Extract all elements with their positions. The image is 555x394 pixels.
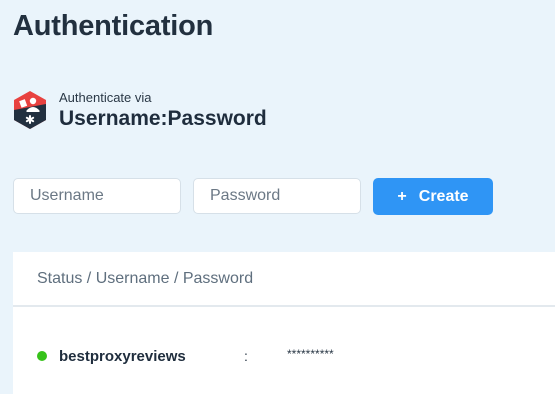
create-button[interactable]: + Create (373, 178, 493, 215)
user-key-hexagon-icon (14, 91, 46, 129)
auth-method: Authenticate via Username:Password (12, 90, 267, 132)
plus-icon: + (397, 187, 407, 205)
page-title: Authentication (13, 10, 214, 42)
credentials-table: Status / Username / Password bestproxyre… (13, 252, 555, 394)
table-row[interactable]: bestproxyreviews : ********** (13, 344, 555, 368)
row-username: bestproxyreviews (59, 347, 186, 365)
auth-method-subtitle: Authenticate via (59, 90, 152, 105)
password-input[interactable] (193, 178, 361, 214)
status-active-icon (37, 351, 47, 361)
table-header: Status / Username / Password (13, 252, 555, 307)
row-separator: : (244, 348, 248, 364)
auth-method-text: Authenticate via Username:Password (59, 90, 267, 132)
create-button-label: Create (418, 187, 469, 205)
auth-method-name: Username:Password (59, 107, 267, 130)
row-password: ********** (287, 347, 334, 361)
username-input[interactable] (13, 178, 181, 214)
